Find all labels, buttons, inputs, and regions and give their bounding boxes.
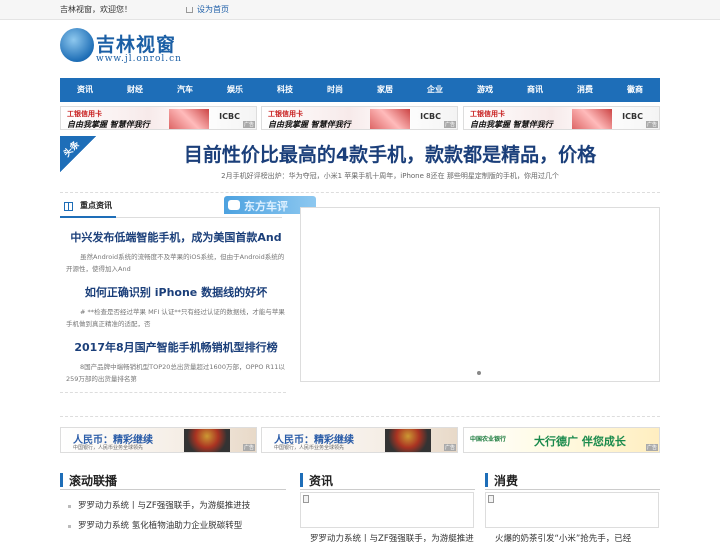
ad-tag: 广告 [645, 121, 658, 128]
nav-item-games[interactable]: 游戏 [460, 78, 510, 102]
abc-banner-ad[interactable]: 中国农业银行 大行德广 伴您成长 广告 [463, 427, 660, 453]
ad-tag: 广告 [443, 444, 456, 451]
headline-summary[interactable]: 2月手机好评榜出炉：华为夺冠，小米1 苹果手机十周年，iPhone 8还在 那些… [120, 171, 660, 181]
news-caption[interactable]: 罗罗动力系统丨与ZF强强联手，为游艇推进 [310, 532, 484, 544]
abc-logo: 中国农业银行 [470, 436, 507, 443]
ad-tag: 广告 [242, 444, 255, 451]
divider [60, 392, 286, 393]
icbc-logo: ICBC [622, 112, 643, 121]
news-title[interactable]: 2017年8月国产智能手机畅销机型排行榜 [66, 339, 286, 355]
ad-tag: 广告 [443, 121, 456, 128]
opera-figure-image [184, 429, 230, 452]
logo-url: www.jl.onrol.cn [96, 54, 182, 64]
slider-dot[interactable] [477, 371, 481, 375]
news-desc: 8国产品牌中端畅销机型TOP20总出货量超过1600万部，OPPO R11以25… [66, 363, 285, 383]
consume-thumbnail[interactable] [485, 492, 659, 528]
icbc-banner-ad[interactable]: 工银信用卡 自由我掌握 智慧伴我行 ICBC 广告 [463, 106, 660, 130]
broken-image-icon [303, 495, 309, 503]
news-column-header: 资讯 [300, 470, 475, 490]
focus-news-item[interactable]: 2017年8月国产智能手机畅销机型排行榜 8国产品牌中端畅销机型TOP20总出货… [66, 339, 286, 385]
icbc-banner-ad[interactable]: 工银信用卡 自由我掌握 智慧伴我行 ICBC 广告 [261, 106, 458, 130]
divider [60, 416, 660, 417]
icbc-logo: ICBC [219, 112, 240, 121]
nav-item-entertainment[interactable]: 娱乐 [210, 78, 260, 102]
credit-card-image [572, 109, 612, 129]
broken-image-icon [488, 495, 494, 503]
news-thumbnail[interactable] [300, 492, 474, 528]
grid-icon [64, 202, 73, 211]
section-marker [60, 473, 63, 487]
nav-item-auto[interactable]: 汽车 [160, 78, 210, 102]
icbc-logo: ICBC [420, 112, 441, 121]
nav-item-business[interactable]: 商讯 [510, 78, 560, 102]
nav-item-tech[interactable]: 科技 [260, 78, 310, 102]
rolling-news-header: 滚动联播 [60, 470, 286, 490]
ad-tag: 广告 [242, 121, 255, 128]
section-marker [485, 473, 488, 487]
news-title[interactable]: 中兴发布低端智能手机，成为美国首款And [66, 229, 286, 245]
nav-item-fashion[interactable]: 时尚 [310, 78, 360, 102]
section-title: 资讯 [309, 474, 334, 488]
boc-banner-ad[interactable]: 人民币：精彩继续 中国银行，人民币业务全球领先 广告 [261, 427, 458, 453]
icbc-banner-ad[interactable]: 工银信用卡 自由我掌握 智慧伴我行 ICBC 广告 [60, 106, 257, 130]
list-item[interactable]: 罗罗动力系统 氢化植物油助力企业脱碳转型 [66, 520, 286, 533]
nav-item-anhui[interactable]: 徽商 [610, 78, 660, 102]
section-title: 消费 [494, 474, 519, 488]
set-homepage-link[interactable]: 设为首页 [186, 0, 229, 20]
boc-banner-ad[interactable]: 人民币：精彩继续 中国银行，人民币业务全球领先 广告 [60, 427, 257, 453]
opera-figure-image [385, 429, 431, 452]
news-desc: 虽然Android系统的流畅度不及苹果的iOS系统，但由于Android系统的开… [66, 253, 285, 273]
image-slider[interactable] [300, 207, 660, 382]
consume-caption[interactable]: 火爆的奶茶引发“小米”抢先手，已经 [495, 532, 669, 544]
list-item[interactable]: 罗罗动力系统丨与ZF强强联手，为游艇推进技 [66, 500, 286, 513]
divider [60, 192, 660, 193]
consume-column-header: 消费 [485, 470, 660, 490]
welcome-text: 吉林视窗，欢迎您！ [60, 5, 132, 14]
focus-news-item[interactable]: 如何正确识别 iPhone 数据线的好坏 # **检查是否经过苹果 MFI 认证… [66, 284, 286, 330]
main-nav: 资讯 财经 汽车 娱乐 科技 时尚 家居 企业 游戏 商讯 消费 徽商 [60, 78, 660, 102]
credit-card-image [169, 109, 209, 129]
car-icon [228, 200, 240, 210]
site-logo[interactable]: 吉林视窗 www.jl.onrol.cn [60, 28, 182, 72]
nav-item-enterprise[interactable]: 企业 [410, 78, 460, 102]
news-desc: # **检查是否经过苹果 MFI 认证**只有经过认证的数据线，才能与苹果手机做… [66, 308, 285, 328]
focus-news-item[interactable]: 中兴发布低端智能手机，成为美国首款And 虽然Android系统的流畅度不及苹果… [66, 229, 286, 275]
nav-item-finance[interactable]: 财经 [110, 78, 160, 102]
header-underline [60, 216, 116, 218]
focus-news-title: 重点资讯 [80, 201, 112, 210]
ad-tag: 广告 [645, 444, 658, 451]
news-title[interactable]: 如何正确识别 iPhone 数据线的好坏 [66, 284, 286, 300]
home-icon [186, 7, 193, 13]
top-bar: 吉林视窗，欢迎您！ 设为首页 [0, 0, 720, 20]
rolling-news-list: 罗罗动力系统丨与ZF强强联手，为游艇推进技 罗罗动力系统 氢化植物油助力企业脱碳… [66, 500, 286, 540]
logo-name: 吉林视窗 [96, 34, 177, 56]
headline-badge: 头条 [60, 136, 96, 172]
section-marker [300, 473, 303, 487]
nav-item-home[interactable]: 家居 [360, 78, 410, 102]
credit-card-image [370, 109, 410, 129]
section-title: 滚动联播 [69, 474, 118, 488]
nav-item-consume[interactable]: 消费 [560, 78, 610, 102]
headline-title[interactable]: 目前性价比最高的4款手机，款款都是精品，价格 [100, 140, 680, 167]
globe-icon [60, 28, 94, 62]
nav-item-news[interactable]: 资讯 [60, 78, 110, 102]
